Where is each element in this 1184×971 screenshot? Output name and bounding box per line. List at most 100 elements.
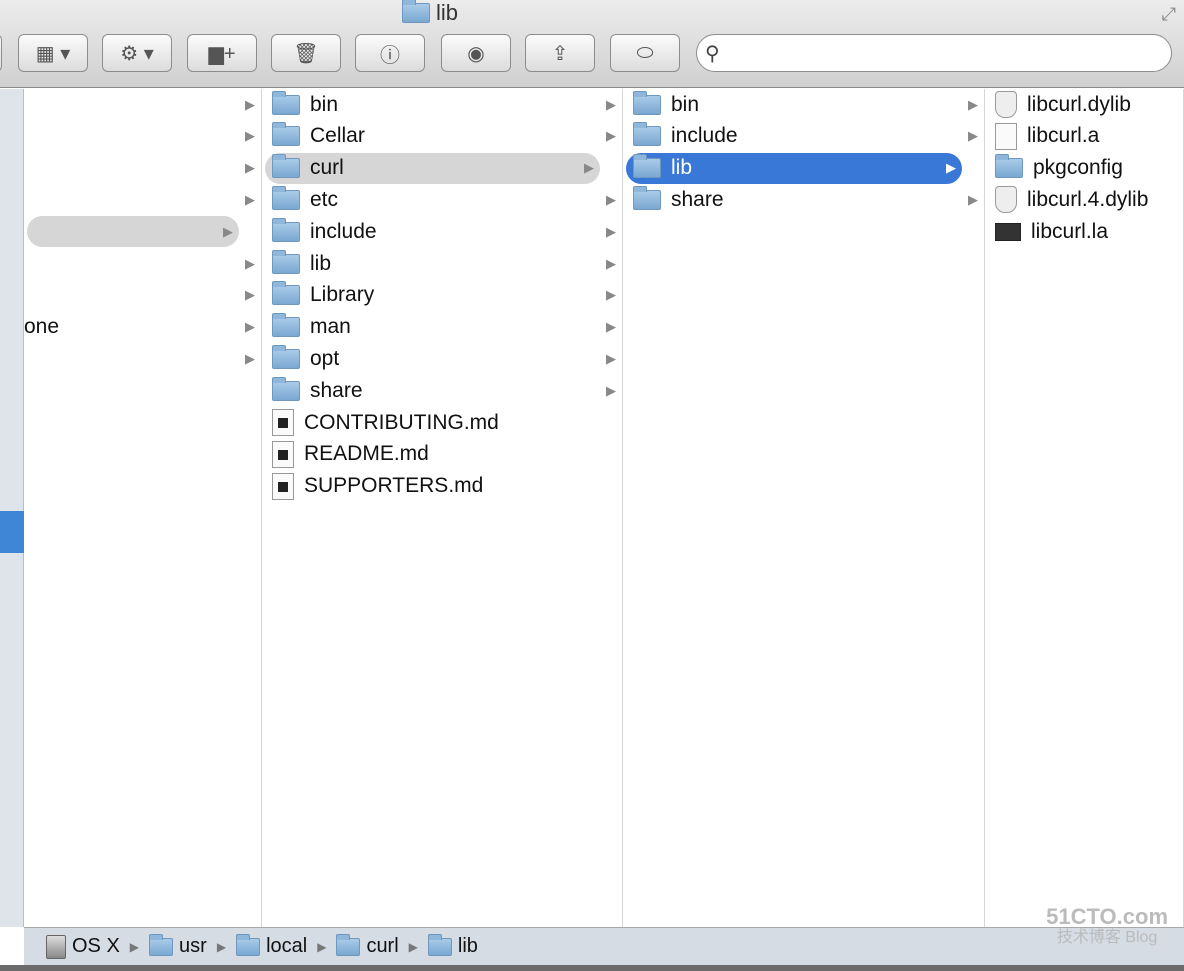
info-icon: ⓘ: [380, 44, 400, 67]
list-item[interactable]: share ▶: [623, 184, 984, 215]
item-label: SUPPORTERS.md: [304, 474, 484, 498]
file-icon: [995, 186, 1017, 214]
item-label: Cellar: [310, 124, 365, 148]
path-item-label: OS X: [72, 935, 120, 957]
folder-icon: [272, 281, 300, 306]
quick-look-button[interactable]: ◉: [441, 34, 511, 72]
list-item[interactable]: libcurl.la: [985, 216, 1183, 247]
disclosure-arrow-icon: ▶: [606, 319, 616, 335]
list-item[interactable]: opt ▶: [262, 343, 622, 374]
list-item[interactable]: ▶: [24, 153, 261, 184]
item-label: man: [310, 315, 351, 339]
list-item[interactable]: libcurl.a: [985, 121, 1183, 152]
path-item[interactable]: OS X: [46, 934, 120, 959]
view-options-button[interactable]: ▦ ▾: [18, 34, 88, 72]
disclosure-arrow-icon: ▶: [245, 191, 255, 207]
toolbar: lib ⤢ ▦ ▾ ⚙ ▾ ▆+ 🗑 ⓘ ◉ ⇪ ⬭ ⚲: [0, 0, 1184, 88]
disclosure-arrow-icon: ▶: [606, 382, 616, 398]
list-item[interactable]: ▶: [27, 216, 239, 248]
item-label: lib: [671, 156, 693, 180]
list-item[interactable]: bin ▶: [623, 89, 984, 120]
sidebar-selected-item[interactable]: [0, 511, 24, 553]
search-input[interactable]: ⚲: [696, 34, 1172, 72]
list-item[interactable]: ▶: [24, 248, 261, 279]
browser-column: ▶ ▶ ▶ ▶ ▶ ▶ ▶ one ▶ ▶: [24, 89, 262, 927]
folder-icon: [149, 933, 174, 956]
list-item[interactable]: SUPPORTERS.md: [262, 471, 622, 502]
disclosure-arrow-icon: ▶: [606, 350, 616, 366]
fullscreen-icon[interactable]: ⤢: [1162, 4, 1176, 25]
sidebar: [0, 89, 24, 927]
item-label: lib: [310, 251, 332, 275]
folder-icon: [272, 249, 300, 274]
folder-icon: [427, 933, 452, 956]
list-item[interactable]: ▶: [24, 280, 261, 311]
list-item[interactable]: Library ▶: [262, 280, 622, 311]
toggle-icon: ⬭: [636, 41, 654, 64]
list-item[interactable]: README.md: [262, 439, 622, 470]
list-item[interactable]: ▶: [24, 184, 261, 215]
watermark: 51CTO.com 技术博客 Blog: [1046, 904, 1168, 947]
share-button[interactable]: ⇪: [525, 34, 595, 72]
list-item[interactable]: share ▶: [262, 375, 622, 406]
file-icon: [995, 222, 1021, 241]
toggle-button[interactable]: ⬭: [610, 34, 680, 72]
disclosure-arrow-icon: ▶: [968, 128, 978, 144]
list-item[interactable]: include ▶: [262, 216, 622, 247]
list-item[interactable]: ▶: [24, 89, 261, 120]
item-label: pkgconfig: [1033, 156, 1123, 180]
folder-icon: [272, 185, 300, 210]
get-info-button[interactable]: ⓘ: [355, 34, 425, 72]
delete-button[interactable]: 🗑: [271, 34, 341, 72]
list-item[interactable]: etc ▶: [262, 184, 622, 215]
disclosure-arrow-icon: ▶: [245, 96, 255, 112]
list-item[interactable]: Cellar ▶: [262, 121, 622, 152]
item-label: curl: [310, 156, 344, 180]
list-item[interactable]: man ▶: [262, 312, 622, 343]
list-item[interactable]: lib ▶: [262, 248, 622, 279]
path-item[interactable]: local: [236, 933, 308, 958]
path-item[interactable]: curl: [336, 933, 399, 958]
path-item-label: local: [266, 935, 308, 957]
disclosure-arrow-icon: ▶: [606, 191, 616, 207]
disclosure-arrow-icon: ▶: [245, 287, 255, 303]
disclosure-arrow-icon: ▶: [606, 128, 616, 144]
back-button[interactable]: [0, 34, 2, 72]
path-item[interactable]: lib: [427, 933, 478, 958]
browser-column: bin ▶ include ▶ lib ▶ share ▶: [623, 89, 985, 927]
grid-icon: ▦ ▾: [35, 42, 71, 65]
path-item[interactable]: usr: [149, 933, 207, 958]
list-item[interactable]: pkgconfig: [985, 153, 1183, 184]
disclosure-arrow-icon: ▶: [245, 319, 255, 335]
list-item[interactable]: libcurl.4.dylib: [985, 184, 1183, 215]
trash-icon: 🗑: [293, 42, 319, 65]
list-item[interactable]: ▶: [24, 343, 261, 374]
new-folder-button[interactable]: ▆+: [187, 34, 257, 72]
action-button[interactable]: ⚙ ▾: [102, 34, 172, 72]
list-item[interactable]: curl ▶: [265, 152, 600, 184]
window-title: lib: [402, 0, 458, 26]
disclosure-arrow-icon: ▶: [223, 223, 233, 239]
list-item[interactable]: bin ▶: [262, 89, 622, 120]
item-label: libcurl.a: [1027, 124, 1100, 148]
item-label: share: [310, 378, 363, 402]
browser-column: bin ▶ Cellar ▶ curl ▶ etc ▶ include ▶ lib ▶ Library ▶…: [262, 89, 623, 927]
folder-icon: [633, 90, 661, 115]
gear-icon: ⚙ ▾: [120, 42, 154, 65]
disclosure-arrow-icon: ▶: [245, 255, 255, 271]
folder-icon: [272, 122, 300, 147]
disclosure-arrow-icon: ▶: [606, 287, 616, 303]
new-folder-icon: ▆+: [208, 42, 236, 65]
list-item[interactable]: libcurl.dylib: [985, 89, 1183, 120]
list-item[interactable]: one ▶: [24, 312, 261, 343]
path-separator-icon: ▶: [129, 939, 140, 954]
share-icon: ⇪: [551, 42, 569, 65]
item-label: one: [24, 315, 60, 339]
list-item[interactable]: lib ▶: [626, 152, 962, 184]
folder-icon: [272, 344, 300, 369]
folder-icon: [272, 376, 300, 401]
list-item[interactable]: include ▶: [623, 121, 984, 152]
list-item[interactable]: CONTRIBUTING.md: [262, 407, 622, 438]
list-item[interactable]: ▶: [24, 121, 261, 152]
window-bottom-edge: [0, 965, 1184, 971]
